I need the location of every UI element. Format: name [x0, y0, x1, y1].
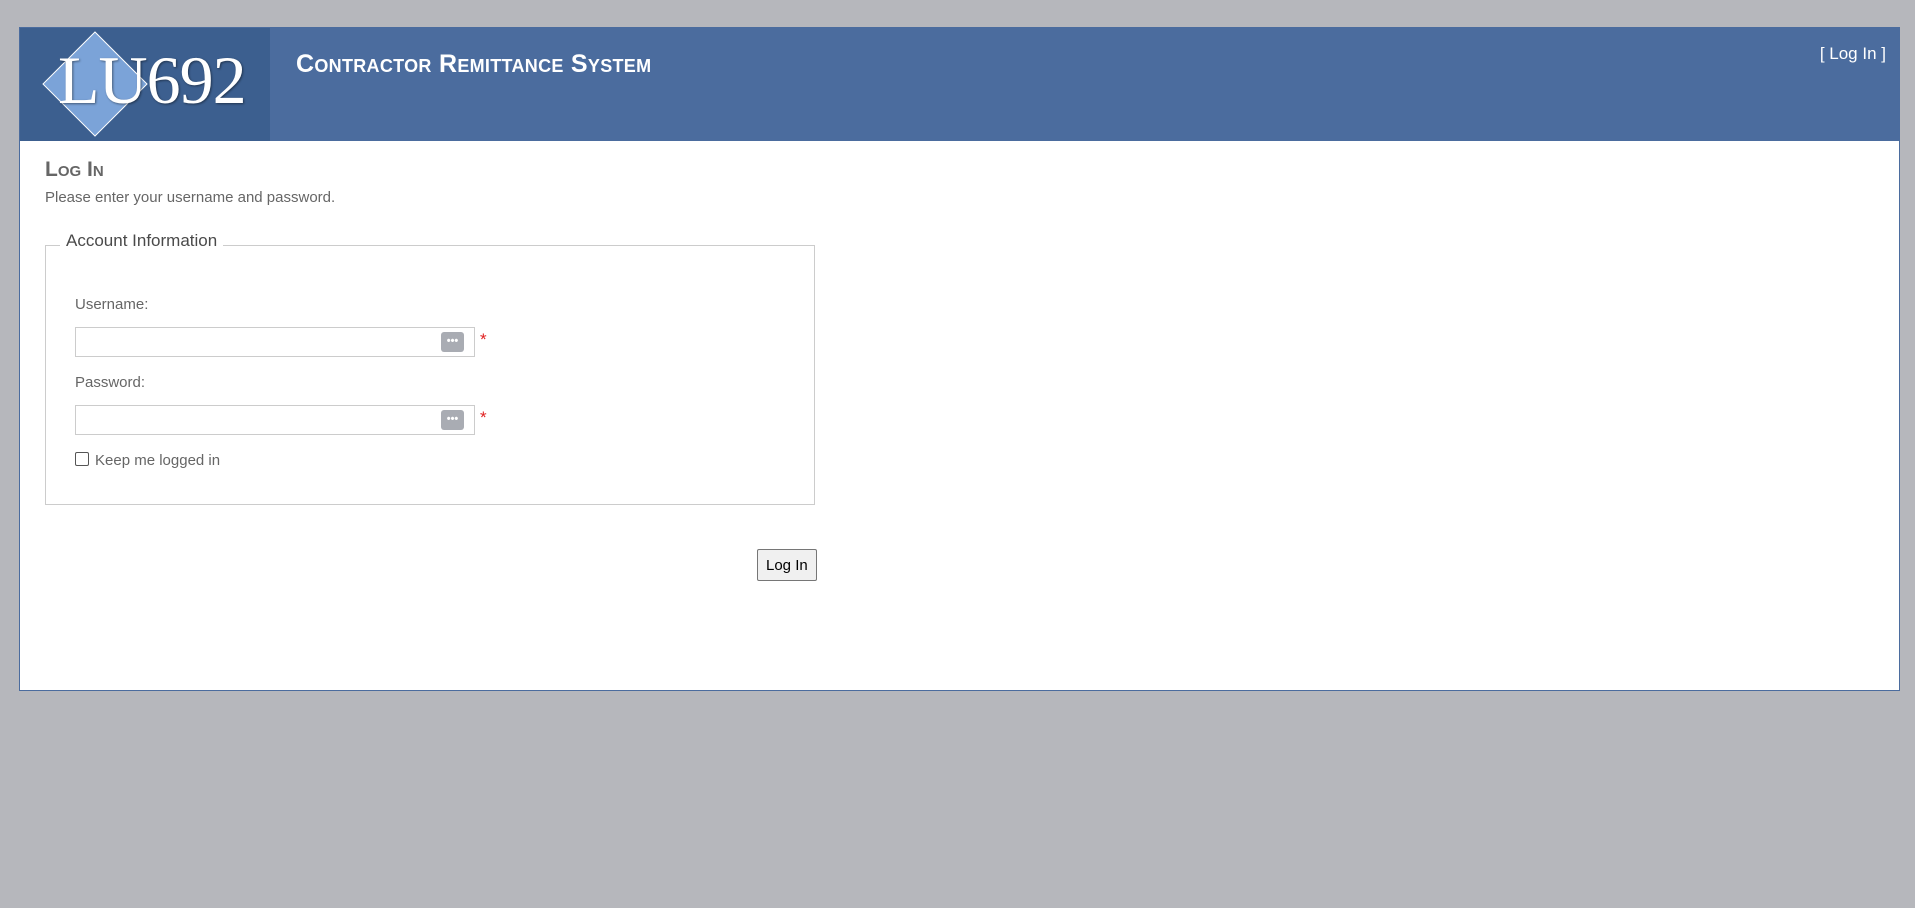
- account-fieldset: Account Information Username: ••• * Pass…: [45, 231, 815, 505]
- password-label: Password:: [75, 374, 146, 391]
- app-title: Contractor Remittance System: [296, 50, 652, 78]
- username-required-marker: *: [480, 330, 487, 349]
- password-manager-icon[interactable]: •••: [441, 410, 464, 430]
- page-container: LU692 Contractor Remittance System [ Log…: [19, 27, 1900, 691]
- password-manager-icon[interactable]: •••: [441, 332, 464, 352]
- page-title: Log In: [45, 158, 104, 181]
- keep-logged-in-checkbox[interactable]: [75, 452, 89, 466]
- logo-text: LU692: [58, 42, 247, 118]
- header: LU692 Contractor Remittance System [ Log…: [20, 28, 1899, 141]
- account-legend: Account Information: [60, 231, 224, 251]
- username-field[interactable]: •••: [75, 327, 475, 357]
- login-button[interactable]: Log In: [757, 549, 817, 581]
- logo: LU692: [20, 28, 270, 141]
- username-label: Username:: [75, 296, 149, 313]
- header-login-link[interactable]: [ Log In ]: [1820, 44, 1886, 64]
- username-input[interactable]: [76, 328, 444, 354]
- instructions-text: Please enter your username and password.: [45, 189, 336, 206]
- password-field[interactable]: •••: [75, 405, 475, 435]
- password-required-marker: *: [480, 408, 487, 427]
- password-input[interactable]: [76, 406, 444, 432]
- keep-logged-in-label[interactable]: Keep me logged in: [95, 452, 220, 469]
